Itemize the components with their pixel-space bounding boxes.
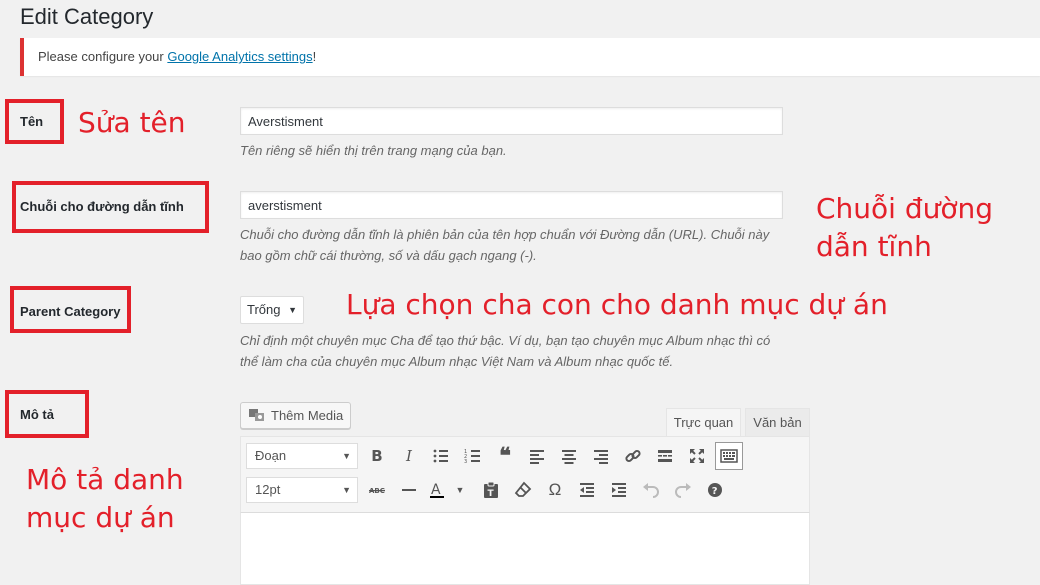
format-select[interactable]: Đoạn ▼ xyxy=(246,443,358,469)
add-media-button[interactable]: Thêm Media xyxy=(240,402,351,429)
annotation-slug-line1: Chuỗi đường xyxy=(816,192,994,225)
add-media-label: Thêm Media xyxy=(271,408,344,423)
slug-description-line2: bao gồm chữ cái thường, số và dấu gạch n… xyxy=(240,248,537,263)
annotation-name: Sửa tên xyxy=(78,106,186,139)
chevron-down-icon: ▼ xyxy=(288,305,297,315)
annotation-description-line1: Mô tả danh xyxy=(26,463,184,496)
undo-icon[interactable] xyxy=(637,476,665,504)
blockquote-icon[interactable]: ❝ xyxy=(491,442,519,470)
help-icon[interactable]: ? xyxy=(701,476,729,504)
fullscreen-icon[interactable] xyxy=(683,442,711,470)
editor-content-area[interactable] xyxy=(240,512,810,585)
indent-icon[interactable] xyxy=(605,476,633,504)
parent-selected-value: Trống xyxy=(247,302,281,317)
slug-input[interactable] xyxy=(240,191,783,219)
read-more-icon[interactable] xyxy=(651,442,679,470)
description-label: Mô tả xyxy=(20,407,54,422)
slug-description-line1: Chuỗi cho đường dẫn tĩnh là phiên bản củ… xyxy=(240,227,770,242)
page-title: Edit Category xyxy=(20,4,154,29)
parent-label: Parent Category xyxy=(20,304,121,319)
horizontal-line-icon[interactable] xyxy=(395,476,423,504)
special-character-icon[interactable]: Ω xyxy=(541,476,569,504)
name-description: Tên riêng sẽ hiển thị trên trang mạng củ… xyxy=(240,143,507,158)
paste-as-text-icon[interactable]: T xyxy=(477,476,505,504)
google-analytics-settings-link[interactable]: Google Analytics settings xyxy=(167,49,312,64)
link-icon[interactable] xyxy=(619,442,647,470)
bullet-list-icon[interactable] xyxy=(427,442,455,470)
clear-formatting-icon[interactable] xyxy=(509,476,537,504)
align-right-icon[interactable] xyxy=(587,442,615,470)
svg-text:A: A xyxy=(431,482,441,498)
name-input[interactable] xyxy=(240,107,783,135)
svg-text:?: ? xyxy=(712,486,718,497)
numbered-list-icon[interactable]: 123 xyxy=(459,442,487,470)
tab-text[interactable]: Văn bản xyxy=(745,408,810,436)
annotation-parent: Lựa chọn cha con cho danh mục dự án xyxy=(346,288,888,321)
annotation-description-line2: mục dự án xyxy=(26,501,175,534)
parent-description-line2: thể làm cha của chuyên mục Album nhạc Vi… xyxy=(240,354,674,369)
bold-icon[interactable]: B xyxy=(363,442,391,470)
analytics-notice: Please configure your Google Analytics s… xyxy=(20,38,1040,76)
notice-text: Please configure your xyxy=(38,49,168,64)
chevron-down-icon[interactable]: ▼ xyxy=(452,476,468,504)
parent-description-line1: Chỉ định một chuyên mục Cha để tạo thứ b… xyxy=(240,333,771,348)
svg-text:3: 3 xyxy=(464,459,467,465)
font-size-select[interactable]: 12pt ▼ xyxy=(246,477,358,503)
text-color-icon[interactable]: A xyxy=(427,476,447,504)
notice-suffix: ! xyxy=(312,49,317,64)
name-label: Tên xyxy=(20,114,44,129)
format-select-value: Đoạn xyxy=(255,448,287,463)
parent-category-select[interactable]: Trống ▼ xyxy=(240,296,304,324)
slug-label: Chuỗi cho đường dẫn tĩnh xyxy=(20,199,184,214)
italic-icon[interactable]: I xyxy=(395,442,423,470)
tab-visual[interactable]: Trực quan xyxy=(666,408,741,436)
align-center-icon[interactable] xyxy=(555,442,583,470)
align-left-icon[interactable] xyxy=(523,442,551,470)
toolbar-toggle-icon[interactable] xyxy=(715,442,743,470)
svg-text:T: T xyxy=(488,489,495,499)
chevron-down-icon: ▼ xyxy=(342,451,351,461)
font-size-select-value: 12pt xyxy=(255,482,281,497)
redo-icon[interactable] xyxy=(669,476,697,504)
outdent-icon[interactable] xyxy=(573,476,601,504)
media-icon xyxy=(249,405,265,421)
strikethrough-icon[interactable]: ABC xyxy=(363,476,391,504)
chevron-down-icon: ▼ xyxy=(342,485,351,495)
annotation-slug-line2: dẫn tĩnh xyxy=(816,230,932,263)
